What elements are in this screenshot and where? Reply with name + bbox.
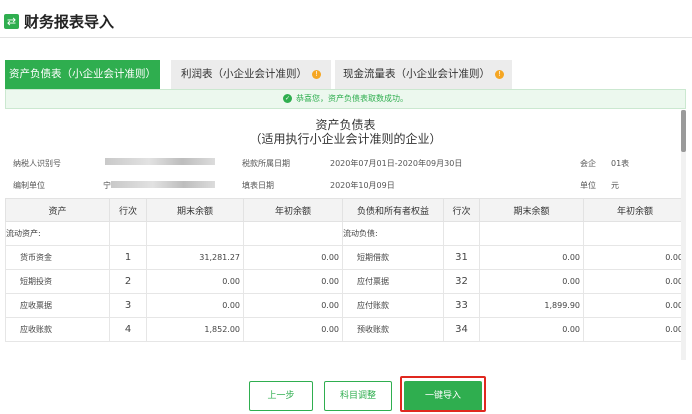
asset-name: 应收票据 — [5, 293, 110, 318]
warning-icon: ! — [495, 69, 504, 79]
adjust-accounts-button[interactable]: 科目调整 — [324, 381, 392, 411]
row-number: 3 — [109, 293, 147, 318]
begin-balance[interactable]: 0.00 — [243, 245, 343, 270]
liability-name: 应付票据 — [342, 269, 444, 294]
tab-balance-sheet[interactable]: 资产负债表（小企业会计准则） — [5, 60, 160, 89]
period-value: 2020年07月01日-2020年09月30日 — [330, 159, 463, 168]
fill-date-value: 2020年10月09日 — [330, 181, 395, 190]
period-label: 税款所属日期 — [242, 159, 290, 168]
end-balance[interactable]: 0.00 — [479, 269, 584, 294]
table-row: 应收账款 4 1,852.00 0.00 预收账款 34 0.00 0.00 — [5, 317, 686, 342]
table-row: 货币资金 1 31,281.27 0.00 短期借款 31 0.00 0.00 — [5, 245, 686, 270]
tab-cash-flow-label: 现金流量表（小企业会计准则） — [343, 68, 490, 80]
begin-balance[interactable]: 0.00 — [583, 245, 686, 270]
tab-income-statement-label: 利润表（小企业会计准则） — [181, 68, 307, 80]
company-value — [111, 181, 215, 188]
page-header: ⇄ 财务报表导入 — [0, 0, 692, 38]
tab-cash-flow[interactable]: 现金流量表（小企业会计准则）! — [335, 60, 512, 89]
column-header: 年初余额 — [583, 198, 686, 222]
liability-name: 预收账款 — [342, 317, 444, 342]
company-value-prefix: 宁 — [103, 181, 111, 190]
asset-name: 应收账款 — [5, 317, 110, 342]
end-balance[interactable]: 0.00 — [146, 293, 244, 318]
begin-balance[interactable]: 0.00 — [243, 269, 343, 294]
form-value: 01表 — [611, 159, 630, 168]
table-row: 短期投资 2 0.00 0.00 应付票据 32 0.00 0.00 — [5, 269, 686, 294]
row-number: 31 — [443, 245, 480, 270]
row-number: 1 — [109, 245, 147, 270]
notice-text: 恭喜您，资产负债表取数成功。 — [296, 94, 408, 103]
begin-balance[interactable]: 0.00 — [583, 317, 686, 342]
begin-balance[interactable]: 0.00 — [583, 293, 686, 318]
section-label-assets: 流动资产: — [5, 221, 110, 246]
taxpayer-id-value — [105, 158, 215, 165]
unit-value: 元 — [611, 181, 619, 190]
page-title: 财务报表导入 — [24, 13, 115, 31]
tab-income-statement[interactable]: 利润表（小企业会计准则）! — [171, 60, 331, 89]
warning-icon: ! — [312, 69, 321, 79]
liability-name: 应付账款 — [342, 293, 444, 318]
asset-name: 短期投资 — [5, 269, 110, 294]
import-button-highlight — [400, 376, 486, 412]
scrollbar-thumb[interactable] — [681, 110, 686, 152]
taxpayer-id-label: 纳税人识别号 — [13, 159, 61, 168]
column-header: 期末余额 — [146, 198, 244, 222]
liability-name: 短期借款 — [342, 245, 444, 270]
begin-balance[interactable]: 0.00 — [583, 269, 686, 294]
asset-name: 货币资金 — [5, 245, 110, 270]
report-scrollbar[interactable] — [681, 110, 686, 360]
table-row: 应收票据 3 0.00 0.00 应付账款 33 1,899.90 0.00 — [5, 293, 686, 318]
row-number: 34 — [443, 317, 480, 342]
unit-label: 单位 — [580, 181, 596, 190]
end-balance[interactable]: 0.00 — [479, 317, 584, 342]
column-header: 行次 — [109, 198, 147, 222]
end-balance[interactable]: 0.00 — [479, 245, 584, 270]
row-number: 2 — [109, 269, 147, 294]
section-label-liabilities: 流动负债: — [342, 221, 444, 246]
column-header: 期末余额 — [479, 198, 584, 222]
report-subtitle: （适用执行小企业会计准则的企业） — [249, 132, 442, 146]
column-header: 年初余额 — [243, 198, 343, 222]
prev-step-button[interactable]: 上一步 — [249, 381, 313, 411]
success-notice: ✓ 恭喜您，资产负债表取数成功。 — [5, 89, 686, 109]
end-balance[interactable]: 1,852.00 — [146, 317, 244, 342]
end-balance[interactable]: 1,899.90 — [479, 293, 584, 318]
section-row: 流动资产: 流动负债: — [5, 221, 686, 246]
column-header: 行次 — [443, 198, 480, 222]
fill-date-label: 填表日期 — [242, 181, 274, 190]
balance-sheet-report: 资产负债表 （适用执行小企业会计准则的企业） 纳税人识别号 税款所属日期 202… — [5, 110, 686, 360]
begin-balance[interactable]: 0.00 — [243, 317, 343, 342]
row-number: 33 — [443, 293, 480, 318]
form-label: 会企 — [580, 159, 596, 168]
end-balance[interactable]: 31,281.27 — [146, 245, 244, 270]
table-header-row: 资产 行次 期末余额 年初余额 负债和所有者权益 行次 期末余额 年初余额 — [5, 198, 686, 222]
tab-balance-sheet-label: 资产负债表（小企业会计准则） — [9, 68, 156, 80]
row-number: 4 — [109, 317, 147, 342]
import-icon: ⇄ — [4, 14, 19, 29]
balance-sheet-table: 资产 行次 期末余额 年初余额 负债和所有者权益 行次 期末余额 年初余额 流动… — [5, 198, 686, 342]
end-balance[interactable]: 0.00 — [146, 269, 244, 294]
check-circle-icon: ✓ — [283, 94, 292, 103]
row-number: 32 — [443, 269, 480, 294]
column-header: 资产 — [5, 198, 110, 222]
column-header: 负债和所有者权益 — [342, 198, 444, 222]
begin-balance[interactable]: 0.00 — [243, 293, 343, 318]
company-label: 编制单位 — [13, 181, 45, 190]
